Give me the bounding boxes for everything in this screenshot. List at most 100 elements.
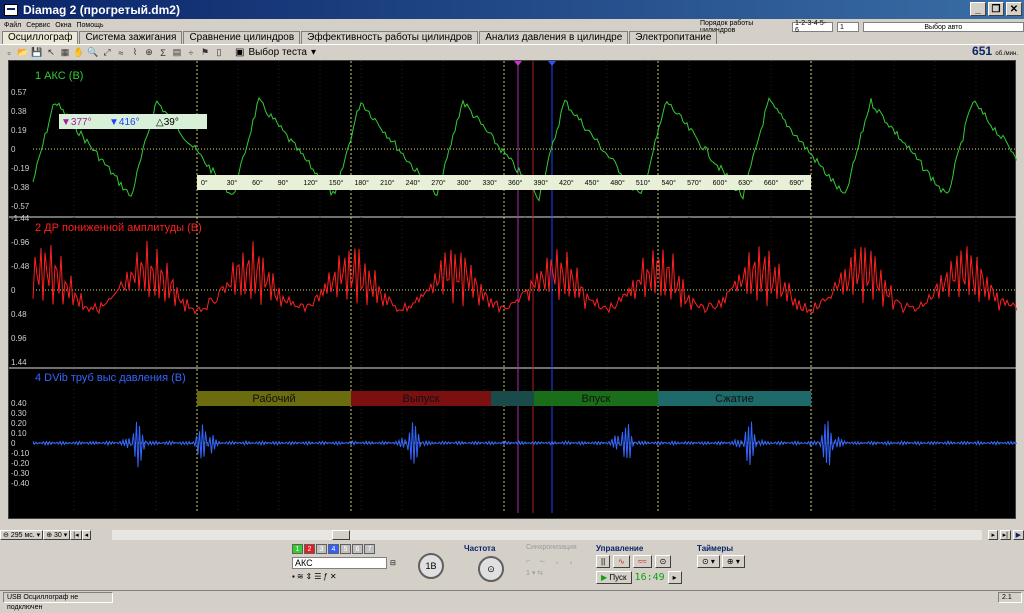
scroll-start-button[interactable]: |◂ bbox=[70, 530, 82, 540]
play-icon[interactable]: ▶ bbox=[1012, 530, 1024, 540]
title-bar: Diamag 2 (прогретый.dm2) _ ❐ ✕ bbox=[0, 0, 1024, 19]
save-icon[interactable]: 💾 bbox=[31, 47, 43, 59]
scroll-back-button[interactable]: ◂ bbox=[81, 530, 92, 540]
tools-icon[interactable]: ✕ bbox=[330, 572, 339, 581]
tab-bar: Осциллограф Система зажигания Сравнение … bbox=[2, 31, 718, 44]
oscilloscope-view[interactable]: 1 АКС (В) 0.57 0.38 0.19 0 -0.19 -0.38 -0.57 2 Д… bbox=[8, 60, 1017, 520]
y-tick-label: 0.57 bbox=[11, 88, 27, 97]
signal-button[interactable]: ≈≈ bbox=[632, 555, 652, 568]
wave-icon[interactable]: ≈ bbox=[115, 47, 127, 59]
app-icon bbox=[4, 3, 18, 16]
range-knob-dial[interactable]: 1B bbox=[418, 553, 444, 579]
open-icon[interactable]: 📂 bbox=[17, 47, 29, 59]
angle-tick-label: 660° bbox=[764, 179, 779, 187]
tab-power[interactable]: Электропитание bbox=[629, 31, 718, 44]
status-connection: USB Осциллограф не подключен bbox=[3, 591, 113, 611]
step-button[interactable]: ▸ bbox=[667, 571, 682, 584]
record-icon[interactable]: ⊙ bbox=[654, 555, 672, 568]
auto-select[interactable]: Выбор авто bbox=[862, 22, 1024, 32]
sine-button[interactable]: ∿ bbox=[613, 555, 630, 568]
time-tick-label: 4.38783 bbox=[515, 519, 544, 520]
move-icon[interactable]: ⇕ bbox=[306, 572, 315, 581]
status-bar: USB Осциллограф не подключен 2.1 bbox=[0, 590, 1024, 611]
close-button[interactable]: ✕ bbox=[1006, 2, 1022, 16]
channel-button-2[interactable]: 2 bbox=[304, 544, 315, 554]
timer-2-button[interactable]: ⊕ ▾ bbox=[721, 555, 745, 568]
angle-tick-label: 210° bbox=[380, 179, 395, 187]
grid-icon[interactable]: ▦ bbox=[59, 47, 71, 59]
marker-icon[interactable]: ⊕ bbox=[143, 47, 155, 59]
zoom-icon[interactable]: 🔍 bbox=[87, 47, 99, 59]
sync-channel-select[interactable]: 1 ▾ ⇆ bbox=[526, 569, 577, 577]
cylinder-order-select[interactable]: 1-2-3-4-5-6 bbox=[792, 20, 833, 34]
timebase-select[interactable]: ⊖ 295 мс. ▾ bbox=[0, 530, 44, 540]
y-tick-label: -0.30 bbox=[11, 469, 30, 478]
time-tick-label: 4.32783 bbox=[315, 519, 344, 520]
tab-ignition[interactable]: Система зажигания bbox=[79, 31, 183, 44]
cylinder-count-spinner[interactable]: 1 bbox=[837, 22, 859, 32]
minimize-button[interactable]: _ bbox=[970, 2, 986, 16]
y-tick-label: 0 bbox=[11, 286, 16, 295]
frequency-knob[interactable]: ⊙ bbox=[478, 556, 504, 582]
scroll-end-button[interactable]: ▸| bbox=[999, 530, 1011, 540]
range-knob[interactable]: 1B bbox=[418, 553, 444, 579]
channel-label: 1 АКС (В) bbox=[35, 70, 83, 82]
cursor-icon[interactable]: ↖ bbox=[45, 47, 57, 59]
time-scrollbar: ⊖ 295 мс. ▾ ⊕ 30 ▾ |◂ ◂ ▸ ▸| ▶ bbox=[0, 529, 1024, 541]
scroll-thumb[interactable] bbox=[332, 530, 350, 540]
channel-button-5[interactable]: 5 bbox=[340, 544, 351, 554]
angle-tick-label: 0° bbox=[201, 179, 208, 187]
y-tick-label: -0.38 bbox=[11, 183, 30, 192]
angle-tick-label: 330° bbox=[482, 179, 497, 187]
pause-button[interactable]: || bbox=[596, 555, 611, 568]
tab-cylinder-compare[interactable]: Сравнение цилиндров bbox=[183, 31, 301, 44]
angle-tick-label: 150° bbox=[329, 179, 344, 187]
angle-tick-label: 540° bbox=[662, 179, 677, 187]
oscilloscope-canvas[interactable]: 1 АКС (В) 0.57 0.38 0.19 0 -0.19 -0.38 -0.57 2 Д… bbox=[9, 61, 1017, 520]
new-icon[interactable]: ▫ bbox=[3, 47, 15, 59]
phase-label: Выпуск bbox=[403, 393, 440, 405]
scroll-forward-button[interactable]: ▸ bbox=[988, 530, 998, 540]
menu-file[interactable]: Файл bbox=[4, 22, 21, 29]
zoom-value: 30 bbox=[54, 531, 62, 539]
angle-tick-label: 480° bbox=[610, 179, 625, 187]
channel-button-6[interactable]: 6 bbox=[352, 544, 363, 554]
channel-button-4[interactable]: 4 bbox=[328, 544, 339, 554]
channel-name-input[interactable]: АКС bbox=[292, 557, 387, 569]
channel-label: 4 DVib труб выс давления (В) bbox=[35, 372, 186, 384]
angle-tick-label: 360° bbox=[508, 179, 523, 187]
page-icon[interactable]: ▯ bbox=[213, 47, 225, 59]
time-tick-label: 4.44783 bbox=[715, 519, 744, 520]
hand-icon[interactable]: ✋ bbox=[73, 47, 85, 59]
split-icon[interactable]: ÷ bbox=[185, 47, 197, 59]
start-button[interactable]: ▶ Пуск bbox=[596, 571, 632, 584]
flag-icon[interactable]: ⚑ bbox=[199, 47, 211, 59]
left-gutter bbox=[0, 60, 8, 519]
table-icon[interactable]: ▤ bbox=[171, 47, 183, 59]
channel-button-3[interactable]: 3 bbox=[316, 544, 327, 554]
filter-icon[interactable]: ⌇ bbox=[129, 47, 141, 59]
sum-icon[interactable]: Σ bbox=[157, 47, 169, 59]
y-tick-label: 0.40 bbox=[11, 399, 27, 408]
test-select[interactable]: ▣ Выбор теста ▾ bbox=[235, 47, 316, 58]
zoom-select[interactable]: ⊕ 30 ▾ bbox=[43, 530, 71, 540]
y-tick-label: -0.48 bbox=[11, 262, 30, 271]
menu-help[interactable]: Помощь bbox=[76, 22, 103, 29]
angle-tick-label: 300° bbox=[457, 179, 472, 187]
menu-service[interactable]: Сервис bbox=[26, 22, 50, 29]
channel-button-7[interactable]: 7 bbox=[364, 544, 375, 554]
tab-cylinder-efficiency[interactable]: Эффективность работы цилиндров bbox=[301, 31, 479, 44]
timer-1-button[interactable]: ⊙ ▾ bbox=[697, 555, 720, 568]
fit-icon[interactable]: ⤢ bbox=[101, 47, 113, 59]
time-display: 16:49 bbox=[634, 572, 665, 583]
channel-button-1[interactable]: 1 bbox=[292, 544, 303, 554]
tab-pressure-analysis[interactable]: Анализ давления в цилиндре bbox=[479, 31, 629, 44]
scroll-track[interactable] bbox=[112, 530, 982, 540]
channel-tools: ▪≋⇕☰ƒ✕ bbox=[292, 572, 396, 581]
sweep-icon[interactable]: ≋ bbox=[297, 572, 306, 581]
tab-oscilloscope[interactable]: Осциллограф bbox=[2, 31, 79, 44]
control-panel: 1234567 АКС ⊟ ▪≋⇕☰ƒ✕ 1B Частота ⊙ Синхро… bbox=[0, 541, 1024, 590]
channel-settings-icon[interactable]: ⊟ bbox=[390, 559, 396, 567]
menu-windows[interactable]: Окна bbox=[55, 22, 71, 29]
maximize-button[interactable]: ❐ bbox=[988, 2, 1004, 16]
